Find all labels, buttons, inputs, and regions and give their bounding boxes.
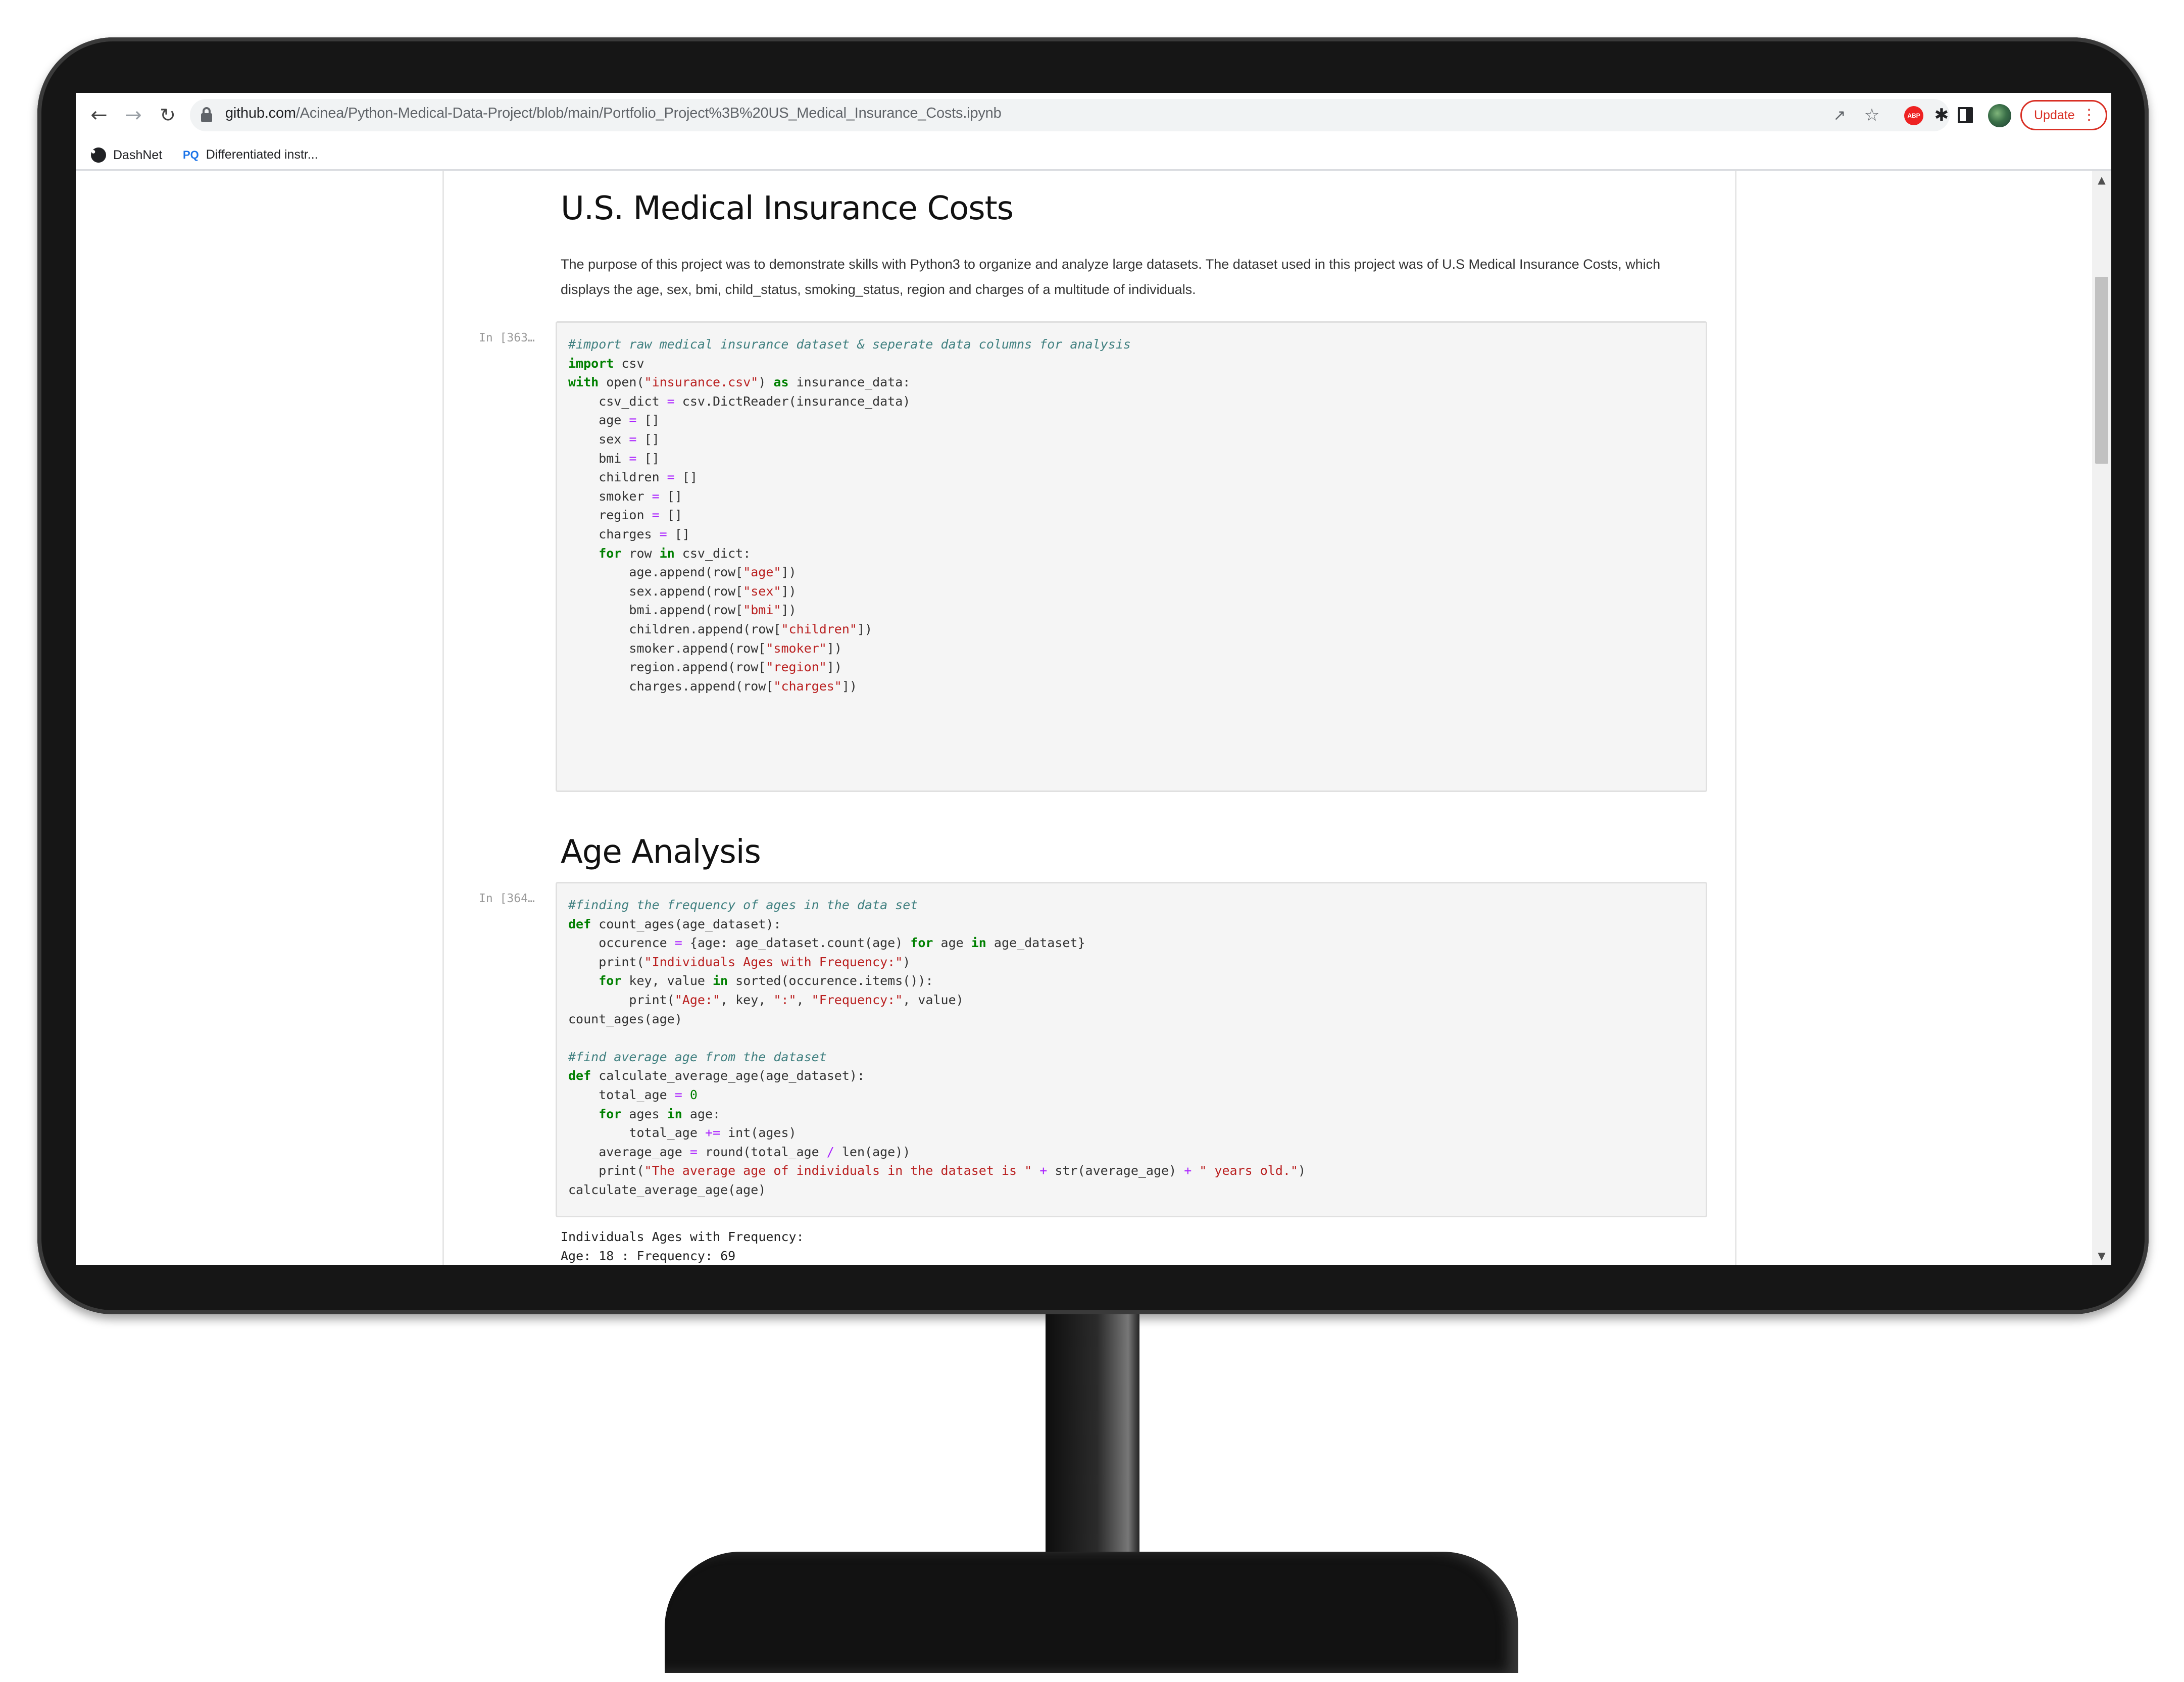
code-line: #import raw medical insurance dataset & … xyxy=(568,337,1131,352)
page-title: U.S. Medical Insurance Costs xyxy=(561,190,1014,227)
code-line: for ages in age: xyxy=(599,1106,721,1121)
update-label: Update xyxy=(2034,108,2075,122)
puzzle-extensions-icon[interactable]: ✱ xyxy=(1927,101,1956,129)
scroll-down-arrow-icon[interactable]: ▼ xyxy=(2092,1247,2111,1265)
scroll-up-arrow-icon[interactable]: ▲ xyxy=(2092,171,2111,189)
adblock-extension-icon[interactable]: ABP xyxy=(1904,106,1923,125)
back-arrow-icon[interactable]: ← xyxy=(83,99,115,131)
code-line: age.append(row["age"]) xyxy=(568,565,797,580)
cell-prompt: In [363… xyxy=(479,331,535,344)
browser-screen: ← → ↻ github.com/Acinea/Python-Medical-D… xyxy=(76,93,2111,1265)
lock-icon[interactable] xyxy=(201,107,212,122)
url-text[interactable]: github.com/Acinea/Python-Medical-Data-Pr… xyxy=(225,105,1002,122)
side-panel-icon[interactable] xyxy=(1958,107,1973,123)
code-line: def count_ages(age_dataset): xyxy=(568,916,781,931)
code-line: charges = [] xyxy=(568,526,690,541)
code-cell[interactable]: #import raw medical insurance dataset & … xyxy=(556,321,1707,792)
bookmark-dashnet[interactable]: ● DashNet xyxy=(91,147,162,163)
star-icon[interactable]: ☆ xyxy=(1858,101,1886,129)
update-button[interactable]: Update ⋮ xyxy=(2020,100,2107,130)
code-line: children = [] xyxy=(568,470,698,485)
reload-icon[interactable]: ↻ xyxy=(152,99,184,131)
profile-avatar[interactable] xyxy=(1988,104,2011,127)
url-host: github.com xyxy=(225,105,296,121)
scrollbar-thumb[interactable] xyxy=(2095,277,2108,464)
kebab-menu-icon[interactable]: ⋮ xyxy=(2081,107,2097,124)
code-line: for row in csv_dict: xyxy=(599,546,751,561)
vertical-scrollbar[interactable]: ▲ ▼ xyxy=(2092,171,2111,1265)
code-line: print("Age:", key, ":", "Frequency:", va… xyxy=(568,992,964,1007)
code-line: count_ages(age) xyxy=(568,1011,682,1026)
code-line: sex.append(row["sex"]) xyxy=(568,583,797,599)
code-line: csv_dict = csv.DictReader(insurance_data… xyxy=(568,393,911,409)
bookmark-differentiated[interactable]: PQ Differentiated instr... xyxy=(183,147,318,162)
code-line: average_age = round(total_age / len(age)… xyxy=(568,1144,911,1159)
code-line: age = [] xyxy=(568,413,660,428)
code-line: total_age = 0 xyxy=(568,1087,698,1102)
code-line: print("Individuals Ages with Frequency:"… xyxy=(568,954,911,969)
bookmark-label: Differentiated instr... xyxy=(206,147,318,162)
code-cell[interactable]: #finding the frequency of ages in the da… xyxy=(556,882,1707,1217)
browser-toolbar: ← → ↻ github.com/Acinea/Python-Medical-D… xyxy=(76,93,2111,137)
code-line: children.append(row["children"]) xyxy=(568,621,873,636)
code-line: #finding the frequency of ages in the da… xyxy=(568,898,918,912)
forward-arrow-icon[interactable]: → xyxy=(117,99,150,131)
code-line: bmi = [] xyxy=(568,451,660,466)
adblock-label: ABP xyxy=(1907,112,1920,119)
output-line: Age: 18 : Frequency: 69 xyxy=(561,1248,736,1263)
output-line: Individuals Ages with Frequency: xyxy=(561,1229,804,1244)
intro-paragraph: The purpose of this project was to demon… xyxy=(561,257,1661,297)
code-line: bmi.append(row["bmi"]) xyxy=(568,603,797,618)
page-viewport: U.S. Medical Insurance Costs The purpose… xyxy=(76,171,2111,1265)
code-line: occurence = {age: age_dataset.count(age)… xyxy=(568,935,1085,951)
code-line: calculate_average_age(age) xyxy=(568,1182,766,1197)
code-line: print("The average age of individuals in… xyxy=(568,1163,1306,1178)
code-line: sex = [] xyxy=(568,431,660,447)
code-line: total_age += int(ages) xyxy=(568,1125,797,1141)
code-line: smoker.append(row["smoker"]) xyxy=(568,640,842,656)
code-line: for key, value in sorted(occurence.items… xyxy=(599,973,933,988)
code-line: region.append(row["region"]) xyxy=(568,660,842,675)
monitor-stand-neck xyxy=(1046,1314,1139,1557)
url-path: /Acinea/Python-Medical-Data-Project/blob… xyxy=(295,105,1002,121)
code-line: region = [] xyxy=(568,508,682,523)
cell-output: Individuals Ages with Frequency: Age: 18 … xyxy=(561,1227,804,1265)
bookmarks-bar: ● DashNet PQ Differentiated instr... xyxy=(76,137,2111,171)
code-line: def calculate_average_age(age_dataset): xyxy=(568,1068,865,1083)
code-line: charges.append(row["charges"]) xyxy=(568,678,857,694)
code-line: with open("insurance.csv") as insurance_… xyxy=(568,375,911,390)
code-line: import csv xyxy=(568,356,644,371)
share-icon[interactable]: ↗ xyxy=(1825,101,1854,129)
code-line: #find average age from the dataset xyxy=(568,1049,827,1064)
pq-icon: PQ xyxy=(183,148,199,161)
monitor-stand-base xyxy=(665,1552,1518,1673)
bookmark-label: DashNet xyxy=(113,147,163,162)
cell-prompt: In [364… xyxy=(479,892,535,905)
dashnet-icon: ● xyxy=(91,147,106,163)
code-line: smoker = [] xyxy=(568,488,682,504)
section-heading: Age Analysis xyxy=(561,833,761,871)
